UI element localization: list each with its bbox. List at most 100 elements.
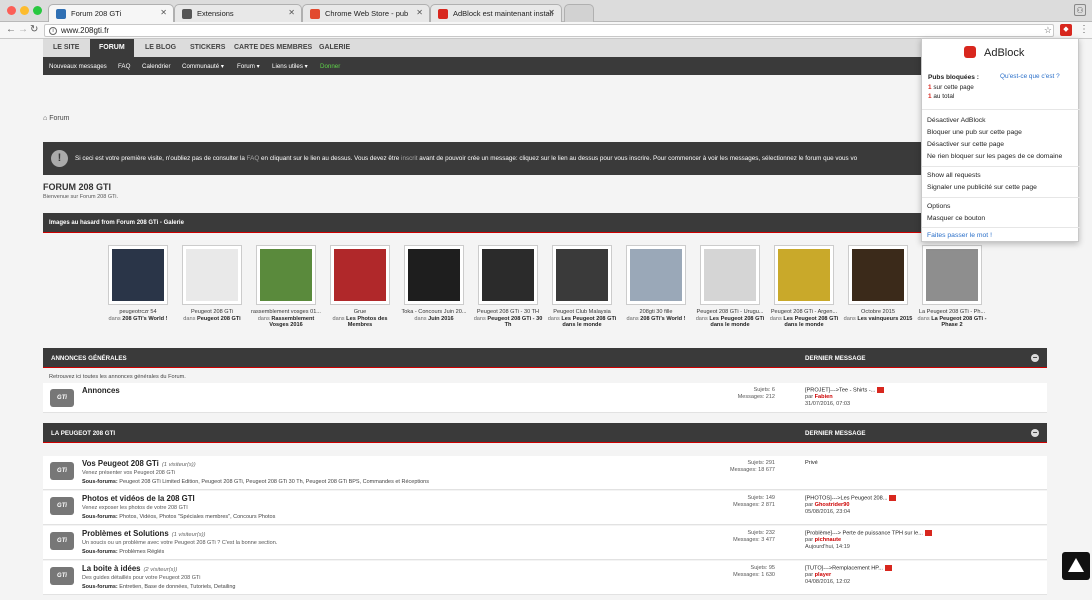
gallery-thumbnail[interactable] (552, 245, 612, 305)
new-tab-button[interactable] (564, 4, 594, 22)
close-tab-icon[interactable]: ✕ (160, 8, 167, 17)
gallery-thumbnail[interactable] (330, 245, 390, 305)
nav-forum[interactable]: FORUM (90, 39, 134, 57)
gallery-thumbnail[interactable] (626, 245, 686, 305)
gallery-caption-title[interactable]: Grue (323, 309, 397, 316)
gallery-thumbnail[interactable] (922, 245, 982, 305)
gallery-thumbnail[interactable] (478, 245, 538, 305)
gallery-album-link[interactable]: Les Peugeot 208 GTi dans le monde (783, 316, 838, 329)
info-icon[interactable]: i (49, 27, 57, 35)
gallery-caption-title[interactable]: rassemblement vosges 01... (249, 309, 323, 316)
last-post-title[interactable]: [Problème]---> Perte de puissance TPH su… (805, 530, 923, 536)
gallery-album-link[interactable]: La Peugeot 208 GTi - Phase 2 (931, 316, 986, 329)
subforums-list[interactable]: Problèmes Réglés (119, 549, 164, 555)
menu-options[interactable]: Options (927, 203, 950, 210)
gallery-caption-title[interactable]: Peugeot 208 GTi - 30 TH (471, 309, 545, 316)
subforums-list[interactable]: Photos, Vidéos, Photos "Spéciales membre… (119, 514, 275, 520)
menu-spread-the-word[interactable]: Faites passer le mot ! (927, 232, 992, 239)
gallery-album-link[interactable]: Les Peugeot 208 GTi dans le monde (561, 316, 616, 329)
breadcrumb[interactable]: ⌂ Forum (43, 115, 69, 122)
close-tab-icon[interactable]: ✕ (288, 8, 295, 17)
gallery-album-link[interactable]: 208 GTi's World ! (122, 316, 167, 322)
gallery-album-link[interactable]: Peugeot 208 GTi (197, 316, 241, 322)
forum-title-text[interactable]: Problèmes et Solutions (82, 529, 169, 538)
back-arrow-icon[interactable]: ← (6, 24, 16, 35)
nav-le-blog[interactable]: LE BLOG (145, 44, 176, 51)
gallery-album-link[interactable]: Les Photos des Membres (346, 316, 387, 329)
last-post-author[interactable]: Fabien (815, 394, 833, 400)
gallery-caption-title[interactable]: Toka - Concours Juin 20... (397, 309, 471, 316)
subnav-communaute[interactable]: Communauté ▾ (182, 63, 224, 70)
gallery-thumbnail[interactable] (848, 245, 908, 305)
collapse-icon[interactable]: − (1031, 354, 1039, 362)
profile-icon[interactable]: ⚇ (1074, 4, 1086, 16)
adblock-extension-button[interactable]: ◆ (1060, 24, 1072, 36)
subnav-forum[interactable]: Forum ▾ (237, 63, 260, 70)
subnav-faq[interactable]: FAQ (118, 63, 130, 70)
last-post-author[interactable]: pichnaute (815, 537, 841, 543)
gallery-caption-title[interactable]: 208gti 30 fille (619, 309, 693, 316)
last-post-title[interactable]: Privé (805, 460, 818, 466)
last-post-author[interactable]: player (815, 572, 831, 578)
forum-title-text[interactable]: Vos Peugeot 208 GTi (82, 459, 159, 468)
forum-title[interactable]: La boite à idées (2 visiteur(s)) (82, 564, 177, 573)
bookmark-star-icon[interactable]: ☆ (1044, 25, 1052, 36)
last-post-title[interactable]: [PROJET]--->Tee - Shirts -... (805, 387, 875, 393)
browser-tab-adblock[interactable]: AdBlock est maintenant install ✕ (430, 4, 562, 22)
browser-tab-forum[interactable]: Forum 208 GTi ✕ (48, 4, 174, 22)
close-tab-icon[interactable]: ✕ (548, 8, 555, 17)
subnav-donner[interactable]: Donner (320, 63, 340, 70)
gallery-album-link[interactable]: Rassemblement Vosges 2016 (269, 316, 314, 329)
forum-title[interactable]: Problèmes et Solutions (1 visiteur(s)) (82, 529, 205, 538)
gallery-thumbnail[interactable] (404, 245, 464, 305)
menu-show-requests[interactable]: Show all requests (927, 172, 981, 179)
collapse-icon[interactable]: − (1031, 429, 1039, 437)
menu-disable-on-page[interactable]: Désactiver sur cette page (927, 141, 1004, 148)
url-input[interactable]: i www.208gti.fr ☆ (44, 24, 1054, 37)
gallery-caption-title[interactable]: peugeotrczr 54 (101, 309, 175, 316)
forum-title-text[interactable]: Annonces (82, 386, 120, 395)
gallery-album-link[interactable]: Les vainqueurs 2015 (857, 316, 912, 322)
new-post-icon[interactable] (884, 565, 892, 571)
subnav-calendrier[interactable]: Calendrier (142, 63, 171, 70)
gallery-caption-title[interactable]: Peugeot Club Malaysia (545, 309, 619, 316)
menu-disable-adblock[interactable]: Désactiver AdBlock (927, 117, 986, 124)
reload-icon[interactable]: ↻ (30, 24, 38, 35)
minimize-window-button[interactable] (20, 6, 29, 15)
gallery-thumbnail[interactable] (700, 245, 760, 305)
notice-faq-link[interactable]: FAQ (247, 155, 260, 162)
gallery-caption-title[interactable]: Peugeot 208 GTi - Argen... (767, 309, 841, 316)
gallery-thumbnail[interactable] (774, 245, 834, 305)
gallery-caption-title[interactable]: Peugeot 208 GTi (175, 309, 249, 316)
new-post-icon[interactable] (889, 495, 897, 501)
gallery-caption-title[interactable]: Peugeot 208 GTi - Urugu... (693, 309, 767, 316)
gallery-album-link[interactable]: 208 GTi's World ! (640, 316, 685, 322)
nav-stickers[interactable]: STICKERS (190, 44, 225, 51)
forum-title[interactable]: Annonces (82, 386, 123, 395)
forward-arrow-icon[interactable]: → (18, 24, 28, 35)
last-post-author[interactable]: Ghostrider90 (815, 502, 850, 508)
browser-tab-webstore[interactable]: Chrome Web Store - pub ✕ (302, 4, 430, 22)
gallery-album-link[interactable]: Les Peugeot 208 GTi dans le monde (709, 316, 764, 329)
chrome-menu-icon[interactable]: ⋮ (1079, 24, 1089, 35)
notice-register-link[interactable]: inscrit (401, 155, 417, 162)
gallery-album-link[interactable]: Juin 2016 (428, 316, 454, 322)
gallery-caption-title[interactable]: Octobre 2015 (841, 309, 915, 316)
forum-title[interactable]: Photos et vidéos de la 208 GTI (82, 494, 198, 503)
subnav-liens-utiles[interactable]: Liens utiles ▾ (272, 63, 308, 70)
new-post-icon[interactable] (877, 387, 885, 393)
whats-this-link[interactable]: Qu'est-ce que c'est ? (1000, 73, 1060, 80)
subforums-list[interactable]: Entretien, Base de données, Tutoriels, D… (119, 584, 235, 590)
nav-galerie[interactable]: GALERIE (319, 44, 350, 51)
forum-title[interactable]: Vos Peugeot 208 GTi (1 visiteur(s)) (82, 459, 196, 468)
menu-hide-button[interactable]: Masquer ce bouton (927, 215, 985, 222)
forum-title-text[interactable]: Photos et vidéos de la 208 GTI (82, 494, 195, 503)
subforums-list[interactable]: Peugeot 208 GTi Limited Edition, Peugeot… (119, 479, 429, 485)
nav-carte-des-membres[interactable]: CARTE DES MEMBRES (234, 44, 312, 51)
gallery-thumbnail[interactable] (256, 245, 316, 305)
maximize-window-button[interactable] (33, 6, 42, 15)
new-post-icon[interactable] (924, 530, 932, 536)
menu-block-ad[interactable]: Bloquer une pub sur cette page (927, 129, 1022, 136)
subnav-nouveaux-messages[interactable]: Nouveaux messages (49, 63, 107, 70)
gallery-caption-title[interactable]: La Peugeot 208 GTi - Ph... (915, 309, 989, 316)
